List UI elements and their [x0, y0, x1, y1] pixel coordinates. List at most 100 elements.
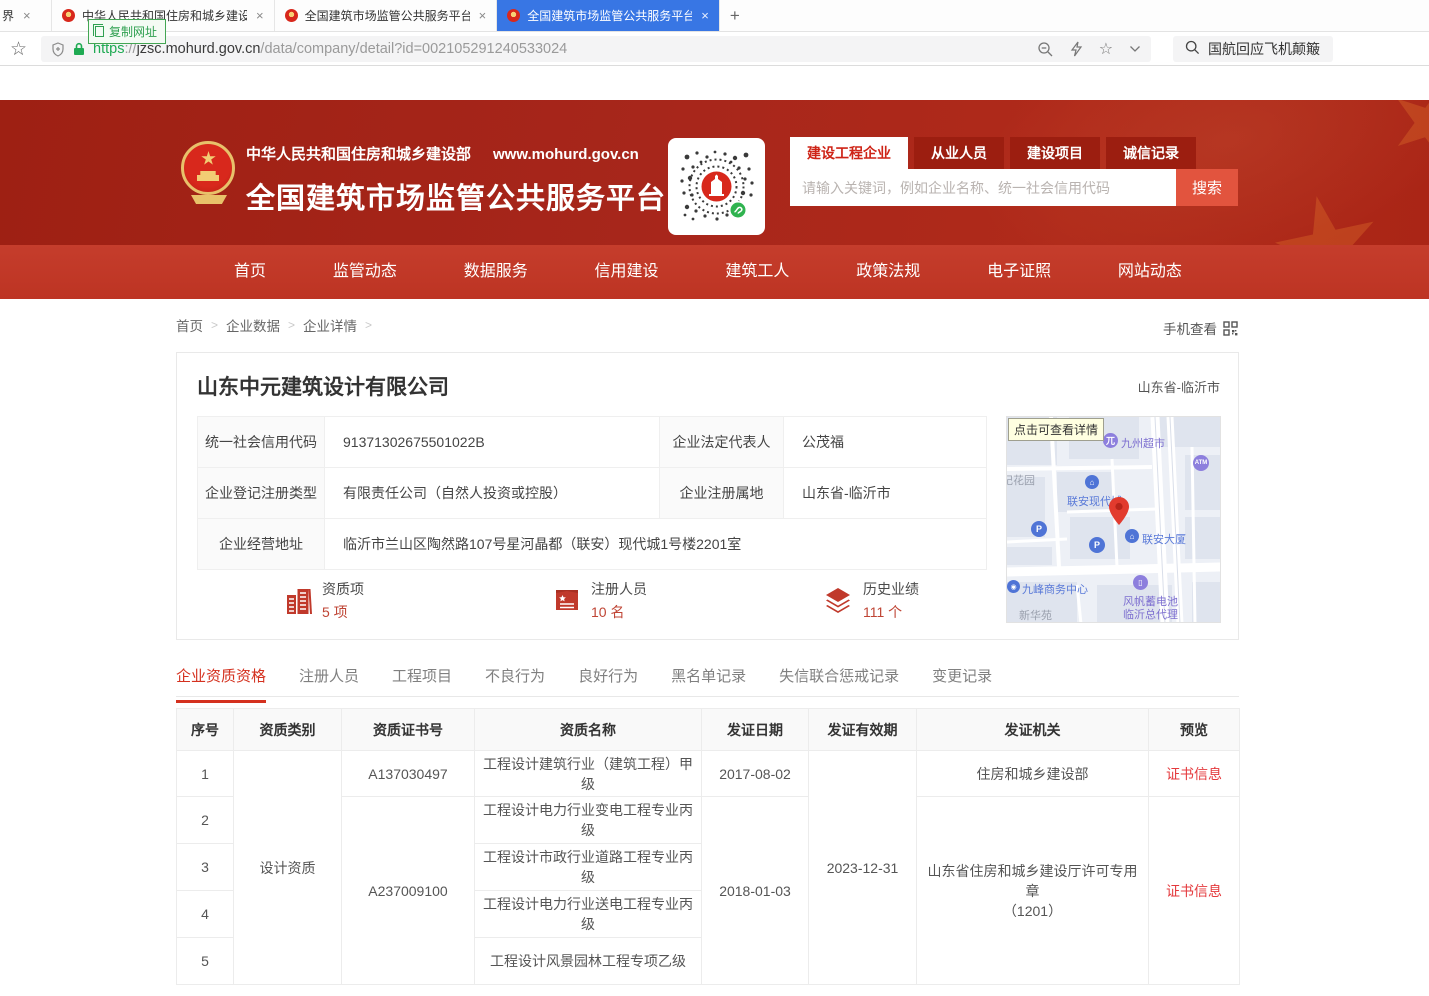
browser-tab-jzsc[interactable]: 全国建筑市场监管公共服务平台 ×: [275, 0, 498, 31]
quick-search-box[interactable]: 国航回应飞机颠簸: [1173, 36, 1333, 62]
chevron-down-icon[interactable]: [1129, 45, 1141, 53]
map-label-garden: 纪花园: [1006, 472, 1035, 488]
company-card: 山东中元建筑设计有限公司 山东省-临沂市 统一社会信用代码 9137130267…: [176, 352, 1239, 640]
search-icon: [1185, 40, 1200, 58]
breadcrumb: 首页 > 企业数据 > 企业详情 >: [176, 315, 372, 335]
nav-item-license[interactable]: 电子证照: [981, 245, 1057, 299]
company-name: 山东中元建筑设计有限公司: [197, 371, 449, 401]
nav-item-supervision[interactable]: 监管动态: [327, 245, 403, 299]
shield-icon[interactable]: [51, 42, 65, 57]
copy-url-tooltip: 复制网址: [88, 19, 166, 44]
layers-icon: [823, 586, 853, 616]
parking-label: P: [1094, 540, 1100, 550]
qr-code-panel: [668, 138, 765, 235]
tab-qualifications[interactable]: 企业资质资格: [176, 664, 266, 696]
cell-no: 1: [177, 751, 234, 797]
authority-line2: （1201）: [923, 901, 1142, 921]
authority-line1: 山东省住房和城乡建设厅许可专用章: [928, 863, 1138, 899]
tab-bad-behavior[interactable]: 不良行为: [485, 664, 545, 696]
cell-no: 2: [177, 797, 234, 844]
tab-title: 界: [2, 7, 14, 24]
search-tab-personnel[interactable]: 从业人员: [914, 137, 1004, 169]
qr-code-icon: [1223, 321, 1238, 336]
browser-tab-active[interactable]: 全国建筑市场监管公共服务平台 ×: [497, 0, 720, 31]
stat-qualifications[interactable]: 资质项 5 项: [285, 579, 364, 622]
tab-projects[interactable]: 工程项目: [392, 664, 452, 696]
bookmark-star-icon[interactable]: ☆: [10, 38, 27, 61]
certificate-info-link[interactable]: 证书信息: [1166, 883, 1222, 899]
mobile-view-label: 手机查看: [1163, 318, 1217, 338]
info-label: 统一社会信用代码: [198, 417, 325, 468]
tab-changes[interactable]: 变更记录: [932, 664, 992, 696]
breadcrumb-home[interactable]: 首页: [176, 315, 203, 335]
info-value-reg-region: 山东省-临沂市: [784, 468, 987, 519]
modern-city-marker-icon: ⌂: [1085, 475, 1099, 489]
reader-flash-icon[interactable]: [1070, 41, 1083, 57]
nav-item-news[interactable]: 网站动态: [1112, 245, 1188, 299]
tab-dishonesty[interactable]: 失信联合惩戒记录: [779, 664, 899, 696]
info-label: 企业登记注册类型: [198, 468, 325, 519]
col-header-preview: 预览: [1149, 709, 1240, 751]
nav-item-data-service[interactable]: 数据服务: [458, 245, 534, 299]
cell-no: 4: [177, 891, 234, 938]
location-map[interactable]: 点击可查看详情 兀 九州超市 ATM 纪花园 ⌂ 联安现代城 ⌂ 联安大厦 P …: [1006, 416, 1221, 623]
browser-address-bar: ☆ https://jzsc.mohurd.gov.cn/data/compan…: [0, 33, 1429, 66]
stat-label: 历史业绩: [863, 579, 919, 599]
site-brand: 中华人民共和国住房和城乡建设部 www.mohurd.gov.cn 全国建筑市场…: [246, 143, 666, 217]
tab-title: 全国建筑市场监管公共服务平台: [527, 7, 692, 24]
cell-name: 工程设计市政行业道路工程专业丙级: [475, 844, 702, 891]
info-label: 企业经营地址: [198, 519, 325, 570]
info-label: 企业注册属地: [660, 468, 784, 519]
cell-no: 3: [177, 844, 234, 891]
quick-search-text: 国航回应飞机颠簸: [1208, 39, 1320, 59]
col-header-category: 资质类别: [234, 709, 342, 751]
cell-preview: 证书信息: [1149, 751, 1240, 797]
nav-item-workers[interactable]: 建筑工人: [719, 245, 795, 299]
zoom-out-icon[interactable]: [1037, 41, 1054, 58]
breadcrumb-company-detail[interactable]: 企业详情: [303, 315, 357, 335]
search-button[interactable]: 搜索: [1176, 169, 1238, 206]
tab-close-icon[interactable]: ×: [256, 8, 264, 23]
search-tab-credit[interactable]: 诚信记录: [1106, 137, 1196, 169]
new-tab-button[interactable]: +: [720, 0, 750, 31]
qualification-table: 序号 资质类别 资质证书号 资质名称 发证日期 发证有效期 发证机关 预览 1 …: [176, 708, 1240, 985]
keyword-search-input[interactable]: 请输入关键词，例如企业名称、统一社会信用代码: [790, 169, 1176, 206]
ministry-url: www.mohurd.gov.cn: [493, 146, 639, 163]
tab-good-behavior[interactable]: 良好行为: [578, 664, 638, 696]
ministry-name: 中华人民共和国住房和城乡建设部: [246, 143, 471, 164]
mobile-view-link[interactable]: 手机查看: [1163, 318, 1238, 338]
nav-item-policy[interactable]: 政策法规: [850, 245, 926, 299]
stat-registered-personnel[interactable]: 注册人员 10 名: [553, 579, 647, 622]
screen: 界 × 中华人民共和国住房和城乡建设 × 全国建筑市场监管公共服务平台 × 全国…: [0, 0, 1429, 996]
stat-value: 111 个: [863, 602, 919, 622]
certificate-info-link[interactable]: 证书信息: [1166, 766, 1222, 782]
search-tab-enterprise[interactable]: 建设工程企业: [790, 137, 908, 169]
cell-cert-no: A137030497: [342, 751, 475, 797]
search-tab-project[interactable]: 建设项目: [1010, 137, 1100, 169]
business-center-marker-icon: ◉: [1007, 580, 1020, 593]
col-header-name: 资质名称: [475, 709, 702, 751]
favorite-star-icon[interactable]: ☆: [1099, 39, 1113, 59]
tab-close-icon[interactable]: ×: [479, 8, 487, 23]
col-header-authority: 发证机关: [917, 709, 1149, 751]
tab-blacklist[interactable]: 黑名单记录: [671, 664, 746, 696]
tab-close-icon[interactable]: ×: [23, 8, 31, 23]
tab-registered-personnel[interactable]: 注册人员: [299, 664, 359, 696]
stat-past-performance[interactable]: 历史业绩 111 个: [823, 579, 919, 622]
cell-issue-date: 2017-08-02: [702, 751, 809, 797]
nav-item-credit[interactable]: 信用建设: [589, 245, 665, 299]
tab-close-icon[interactable]: ×: [701, 8, 709, 23]
cell-name: 工程设计建筑行业（建筑工程）甲级: [475, 751, 702, 797]
map-label-battery-2: 临沂总代理: [1123, 606, 1178, 622]
cell-category: 设计资质: [234, 751, 342, 985]
browser-tab-partial[interactable]: 界 ×: [0, 0, 52, 31]
https-lock-icon[interactable]: [73, 42, 85, 56]
breadcrumb-separator-icon: >: [365, 318, 372, 332]
search-category-tabs: 建设工程企业 从业人员 建设项目 诚信记录: [790, 137, 1238, 169]
url-field[interactable]: https://jzsc.mohurd.gov.cn/data/company/…: [41, 36, 1151, 62]
emblem-favicon-icon: [62, 9, 75, 22]
breadcrumb-company-data[interactable]: 企业数据: [226, 315, 280, 335]
nav-item-home[interactable]: 首页: [228, 245, 272, 299]
cell-preview: 证书信息: [1149, 797, 1240, 985]
url-path: /data/company/detail?id=0021052912405330…: [260, 41, 567, 57]
